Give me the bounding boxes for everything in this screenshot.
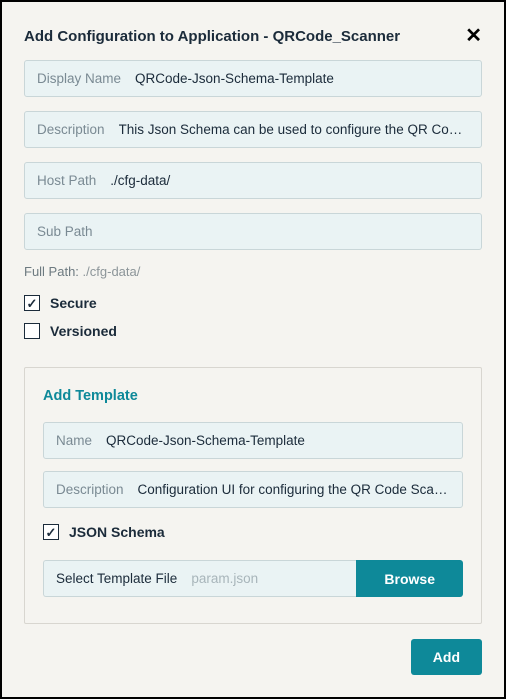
template-description-field[interactable]: Description Configuration UI for configu… <box>43 471 463 508</box>
full-path-value: ./cfg-data/ <box>83 264 141 279</box>
sub-path-field[interactable]: Sub Path <box>24 213 482 250</box>
full-path-text: Full Path: ./cfg-data/ <box>24 264 482 279</box>
template-file-placeholder: param.json <box>191 571 258 586</box>
host-path-label: Host Path <box>37 173 96 188</box>
host-path-field[interactable]: Host Path ./cfg-data/ <box>24 162 482 199</box>
versioned-checkbox-row[interactable]: Versioned <box>24 323 482 339</box>
description-value: This Json Schema can be used to configur… <box>119 122 469 137</box>
description-label: Description <box>37 122 105 137</box>
template-file-input[interactable]: Select Template File param.json <box>43 560 356 597</box>
secure-checkbox[interactable] <box>24 295 40 311</box>
dialog-footer: Add <box>24 639 482 675</box>
template-name-field[interactable]: Name QRCode-Json-Schema-Template <box>43 422 463 459</box>
versioned-checkbox[interactable] <box>24 323 40 339</box>
secure-checkbox-row[interactable]: Secure <box>24 295 482 311</box>
add-button[interactable]: Add <box>411 639 482 675</box>
close-icon[interactable]: ✕ <box>465 26 482 46</box>
template-name-label: Name <box>56 433 92 448</box>
sub-path-label: Sub Path <box>37 224 93 239</box>
template-file-row: Select Template File param.json Browse <box>43 560 463 597</box>
dialog-header: Add Configuration to Application - QRCod… <box>24 26 482 46</box>
dialog-title: Add Configuration to Application - QRCod… <box>24 28 400 45</box>
template-file-label: Select Template File <box>56 571 177 586</box>
template-description-value: Configuration UI for configuring the QR … <box>138 482 450 497</box>
display-name-field[interactable]: Display Name QRCode-Json-Schema-Template <box>24 60 482 97</box>
template-description-label: Description <box>56 482 124 497</box>
host-path-value: ./cfg-data/ <box>110 173 469 188</box>
add-configuration-dialog: Add Configuration to Application - QRCod… <box>2 2 504 697</box>
json-schema-checkbox-row[interactable]: JSON Schema <box>43 524 463 540</box>
json-schema-checkbox[interactable] <box>43 524 59 540</box>
versioned-label: Versioned <box>50 323 117 339</box>
add-template-panel: Add Template Name QRCode-Json-Schema-Tem… <box>24 367 482 624</box>
json-schema-label: JSON Schema <box>69 524 165 540</box>
add-template-title: Add Template <box>43 388 463 404</box>
display-name-label: Display Name <box>37 71 121 86</box>
browse-button[interactable]: Browse <box>356 560 463 597</box>
description-field[interactable]: Description This Json Schema can be used… <box>24 111 482 148</box>
full-path-label: Full Path: <box>24 264 79 279</box>
display-name-value: QRCode-Json-Schema-Template <box>135 71 469 86</box>
template-name-value: QRCode-Json-Schema-Template <box>106 433 450 448</box>
secure-label: Secure <box>50 295 97 311</box>
